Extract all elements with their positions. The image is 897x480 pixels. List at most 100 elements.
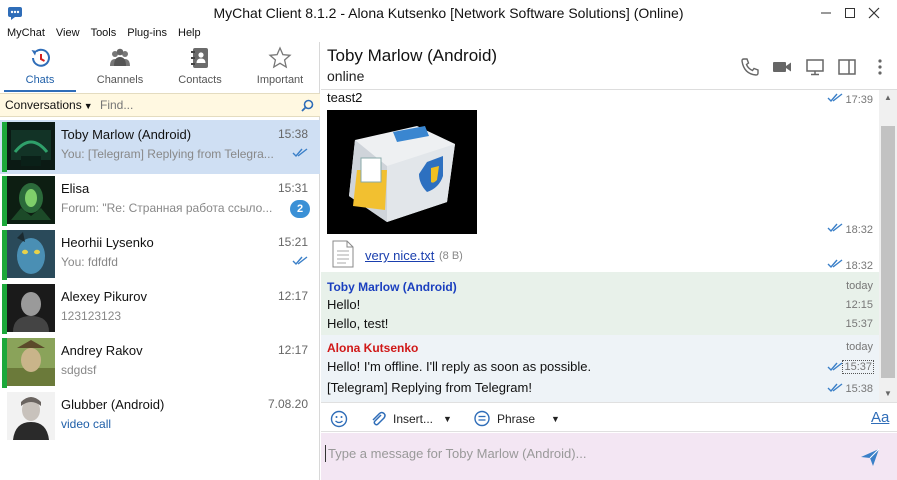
chat-time: 7.08.20: [267, 397, 308, 411]
message-time: 12:15: [845, 299, 873, 311]
chat-name: Toby Marlow (Android): [61, 127, 192, 142]
close-button[interactable]: [851, 0, 897, 26]
unread-badge: 2: [290, 200, 310, 218]
tab-channels-label: Channels: [96, 74, 144, 86]
search-icon[interactable]: [301, 99, 314, 112]
chat-time: 15:21: [277, 235, 308, 249]
tab-chats-label: Chats: [25, 74, 55, 86]
conversation-panel: Toby Marlow (Android) online teast2 17:3…: [321, 42, 897, 480]
font-settings-button[interactable]: Aa: [871, 409, 889, 426]
close-icon: [868, 7, 880, 19]
message-text[interactable]: [Telegram] Replying from Telegram!: [327, 380, 532, 395]
file-size: (8 B): [439, 250, 463, 262]
double-check-icon: [827, 93, 843, 103]
message-scrollbar[interactable]: ▲ ▼: [879, 90, 897, 402]
message-text[interactable]: Hello! I'm offline. I'll reply as soon a…: [327, 359, 591, 374]
tab-channels[interactable]: Channels: [80, 42, 160, 92]
tab-contacts-label: Contacts: [178, 74, 222, 86]
menu-mychat[interactable]: MyChat: [0, 26, 50, 42]
chat-item-andrey-rakov[interactable]: Andrey Rakov 12:17 sdgdsf: [0, 336, 320, 390]
chat-item-glubber[interactable]: Glubber (Android) 7.08.20 video call: [0, 390, 320, 444]
tab-contacts[interactable]: Contacts: [160, 42, 240, 92]
chat-time: 15:31: [277, 181, 308, 195]
outgoing-message-group: Alona Kutsenko today Hello! I'm offline.…: [321, 335, 879, 402]
left-panel: Chats Channels Contacts Important Conver…: [0, 42, 320, 480]
nav-tabs: Chats Channels Contacts Important: [0, 42, 320, 92]
chat-item-elisa[interactable]: Elisa 15:31 Forum: "Re: Странная работа …: [0, 174, 320, 228]
insert-menu-button[interactable]: Insert... ▼: [369, 410, 452, 428]
message-text[interactable]: teast2: [327, 90, 362, 105]
avatar: [7, 338, 55, 386]
chat-preview: video call: [61, 417, 112, 431]
avatar: [7, 230, 55, 278]
menu-plugins[interactable]: Plug-ins: [121, 26, 172, 42]
search-input[interactable]: [100, 98, 280, 112]
menu-bar: MyChat View Tools Plug-ins Help: [0, 26, 320, 42]
double-check-icon: [292, 148, 308, 158]
video-camera-icon[interactable]: [771, 56, 793, 78]
message-history: teast2 17:39 18:32 very nice.txt (8 B) 1…: [321, 90, 879, 402]
more-options-icon[interactable]: [869, 56, 891, 78]
sender-name[interactable]: Alona Kutsenko: [327, 341, 418, 355]
chat-name: Alexey Pikurov: [61, 289, 147, 304]
contact-status: online: [327, 68, 365, 84]
chat-preview: 123123123: [61, 309, 122, 323]
compose-toolbar: Insert... ▼ Phrase ▼ Aa: [321, 402, 897, 432]
avatar: [7, 176, 55, 224]
message-input-placeholder: Type a message for Toby Marlow (Android)…: [328, 446, 587, 461]
tab-important-label: Important: [256, 74, 304, 86]
image-attachment[interactable]: [327, 110, 477, 234]
message-time: 18:32: [845, 260, 873, 272]
speech-bubble-icon: [474, 410, 490, 427]
sidebar-toggle-icon[interactable]: [836, 56, 858, 78]
send-icon[interactable]: [859, 446, 881, 468]
avatar: [7, 122, 55, 170]
insert-label: Insert...: [393, 412, 434, 426]
double-check-icon: [827, 223, 843, 233]
chat-item-toby-marlow[interactable]: Toby Marlow (Android) 15:38 You: [Telegr…: [0, 120, 320, 174]
phone-icon[interactable]: [739, 56, 761, 78]
message-text[interactable]: Hello!: [327, 297, 360, 312]
message-input[interactable]: Type a message for Toby Marlow (Android)…: [321, 433, 897, 480]
text-cursor: [325, 445, 326, 462]
scroll-down-icon[interactable]: ▼: [879, 386, 897, 402]
chat-time: 12:17: [277, 343, 308, 357]
address-book-icon: [191, 48, 208, 68]
conversations-dropdown[interactable]: Conversations ▼: [0, 98, 100, 112]
chat-preview: You: [Telegram] Replying from Telegra...: [61, 147, 274, 161]
message-time: 15:37: [842, 360, 874, 374]
screen-share-icon[interactable]: [804, 56, 826, 78]
message-group: teast2 17:39 18:32 very nice.txt (8 B) 1…: [321, 90, 879, 272]
chat-time: 15:38: [277, 127, 308, 141]
tab-chats[interactable]: Chats: [0, 42, 80, 92]
double-check-icon: [827, 383, 843, 393]
text-file-icon: [332, 240, 354, 268]
sender-name[interactable]: Toby Marlow (Android): [327, 280, 457, 294]
emoji-button[interactable]: [330, 410, 348, 428]
chat-name: Elisa: [61, 181, 90, 196]
file-link[interactable]: very nice.txt: [365, 248, 434, 263]
scrollbar-thumb[interactable]: [881, 126, 895, 378]
phrase-menu-button[interactable]: Phrase ▼: [473, 410, 560, 428]
menu-help[interactable]: Help: [172, 26, 206, 42]
message-text[interactable]: Hello, test!: [327, 316, 388, 331]
smiley-icon: [330, 410, 348, 428]
chat-item-heorhii-lysenko[interactable]: Heorhii Lysenko 15:21 You: fdfdfd: [0, 228, 320, 282]
message-date: today: [846, 341, 873, 353]
double-check-icon: [292, 256, 308, 266]
chat-name: Andrey Rakov: [61, 343, 143, 358]
chat-item-alexey-pikurov[interactable]: Alexey Pikurov 12:17 123123123: [0, 282, 320, 336]
chat-name: Heorhii Lysenko: [61, 235, 154, 250]
tab-important[interactable]: Important: [240, 42, 320, 92]
message-time: 15:38: [845, 383, 873, 395]
message-time: 18:32: [845, 224, 873, 236]
avatar: [7, 284, 55, 332]
window-title: MyChat Client 8.1.2 - Alona Kutsenko [Ne…: [213, 5, 684, 21]
menu-tools[interactable]: Tools: [85, 26, 122, 42]
scroll-up-icon[interactable]: ▲: [879, 90, 897, 106]
star-icon: [268, 46, 292, 69]
font-settings-label: Aa: [871, 409, 890, 426]
menu-view[interactable]: View: [50, 26, 85, 42]
chevron-down-icon: ▼: [83, 101, 93, 111]
people-icon: [110, 48, 130, 66]
